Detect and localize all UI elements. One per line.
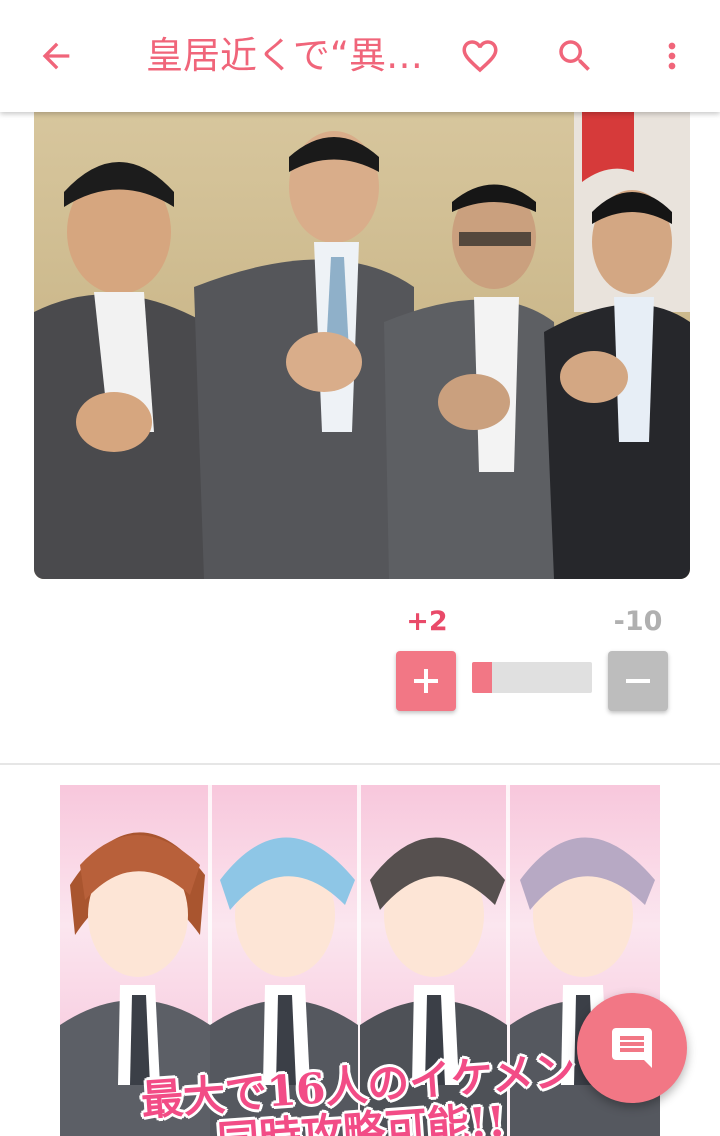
plus-vote-count: +2 [406,606,448,637]
minus-icon [626,679,650,683]
upvote-button[interactable] [396,651,456,711]
vote-ratio-bar [472,662,592,693]
search-button[interactable] [551,32,599,80]
article-photo[interactable] [34,112,690,579]
search-icon [559,40,590,71]
plus-icon [414,669,438,693]
ad-banner[interactable]: 最大で16人のイケメン 同時攻略可能!! [60,785,660,1136]
favorite-button[interactable] [456,32,504,80]
section-divider [0,763,720,765]
page-title: 皇居近くで“異… [146,34,424,77]
vote-ratio-fill [472,662,493,693]
more-options-button[interactable] [648,32,696,80]
comment-fab[interactable] [577,993,687,1103]
photo-group-icon [34,112,690,579]
more-vertical-icon [668,42,676,70]
heart-outline-icon [462,40,498,73]
app-bar: 皇居近くで“異… [0,0,720,112]
comment-icon [612,1028,652,1068]
back-button[interactable] [32,32,80,80]
downvote-button[interactable] [608,651,668,711]
arrow-left-icon [42,42,70,70]
minus-vote-count: -10 [613,606,663,637]
